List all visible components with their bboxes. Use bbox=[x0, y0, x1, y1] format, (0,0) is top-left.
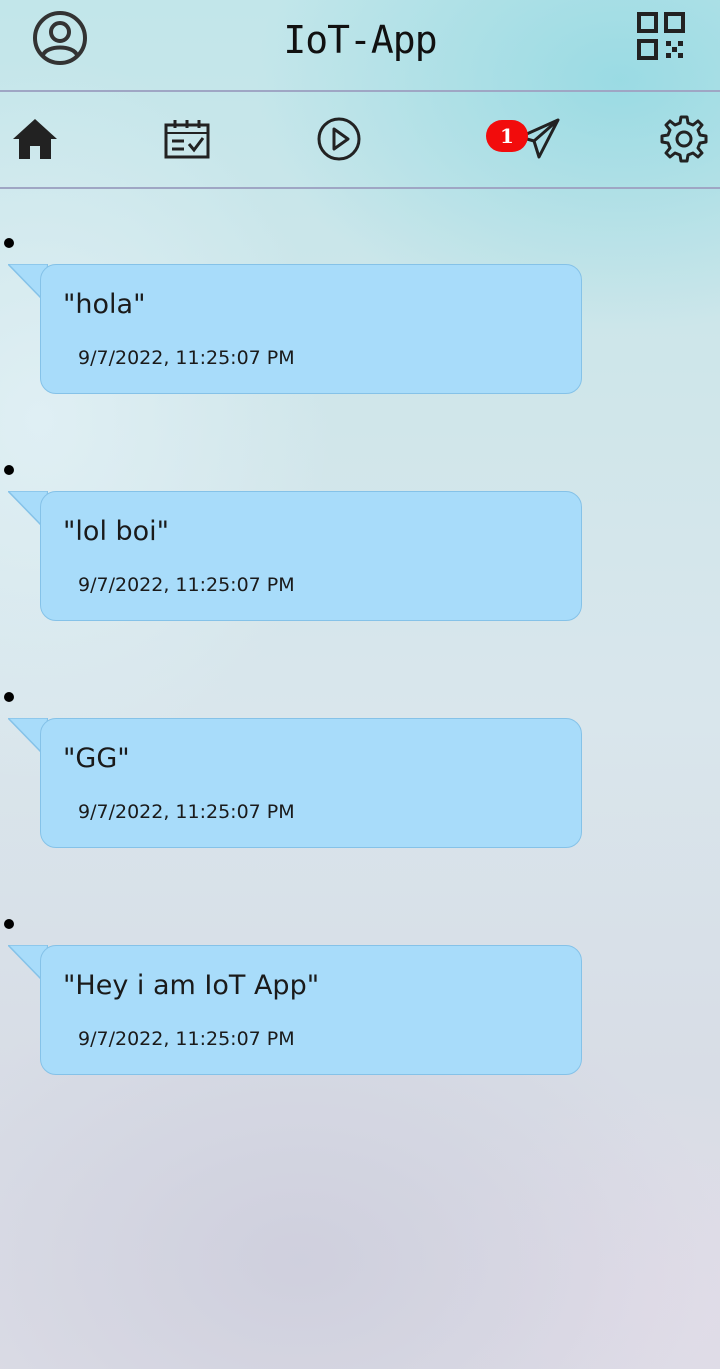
home-icon bbox=[13, 119, 57, 159]
message-timestamp: 9/7/2022, 11:25:07 PM bbox=[78, 1028, 295, 1050]
list-bullet bbox=[4, 465, 14, 475]
nav-bar bbox=[0, 92, 720, 187]
app-header: IoT-App bbox=[0, 0, 720, 90]
message-bubble[interactable]: "hola" 9/7/2022, 11:25:07 PM bbox=[40, 264, 582, 394]
message-timestamp: 9/7/2022, 11:25:07 PM bbox=[78, 801, 295, 823]
list-bullet bbox=[4, 238, 14, 248]
message-bubble[interactable]: "Hey i am IoT App" 9/7/2022, 11:25:07 PM bbox=[40, 945, 582, 1075]
message-timestamp: 9/7/2022, 11:25:07 PM bbox=[78, 347, 295, 369]
nav-calendar[interactable] bbox=[161, 114, 213, 164]
message-text: "hola" bbox=[63, 289, 146, 320]
list-item: "GG" 9/7/2022, 11:25:07 PM bbox=[0, 642, 720, 869]
list-bullet bbox=[4, 692, 14, 702]
nav-play[interactable] bbox=[313, 114, 365, 164]
message-bubble[interactable]: "lol boi" 9/7/2022, 11:25:07 PM bbox=[40, 491, 582, 621]
list-item: "hola" 9/7/2022, 11:25:07 PM bbox=[0, 188, 720, 415]
list-bullet bbox=[4, 919, 14, 929]
qr-code-icon bbox=[637, 12, 685, 60]
message-timestamp: 9/7/2022, 11:25:07 PM bbox=[78, 574, 295, 596]
nav-home[interactable] bbox=[9, 114, 61, 164]
gear-icon bbox=[660, 115, 708, 163]
message-text: "GG" bbox=[63, 743, 130, 774]
page-title: IoT-App bbox=[283, 18, 437, 62]
play-circle-icon bbox=[317, 117, 361, 161]
qr-scan-button[interactable] bbox=[634, 9, 688, 63]
notification-badge: 1 bbox=[486, 120, 528, 152]
list-item: "Hey i am IoT App" 9/7/2022, 11:25:07 PM bbox=[0, 869, 720, 1096]
message-text: "Hey i am IoT App" bbox=[63, 970, 320, 1001]
message-text: "lol boi" bbox=[63, 516, 170, 547]
nav-settings[interactable] bbox=[658, 114, 710, 164]
calendar-check-icon bbox=[164, 120, 210, 159]
list-item: "lol boi" 9/7/2022, 11:25:07 PM bbox=[0, 415, 720, 642]
message-bubble[interactable]: "GG" 9/7/2022, 11:25:07 PM bbox=[40, 718, 582, 848]
